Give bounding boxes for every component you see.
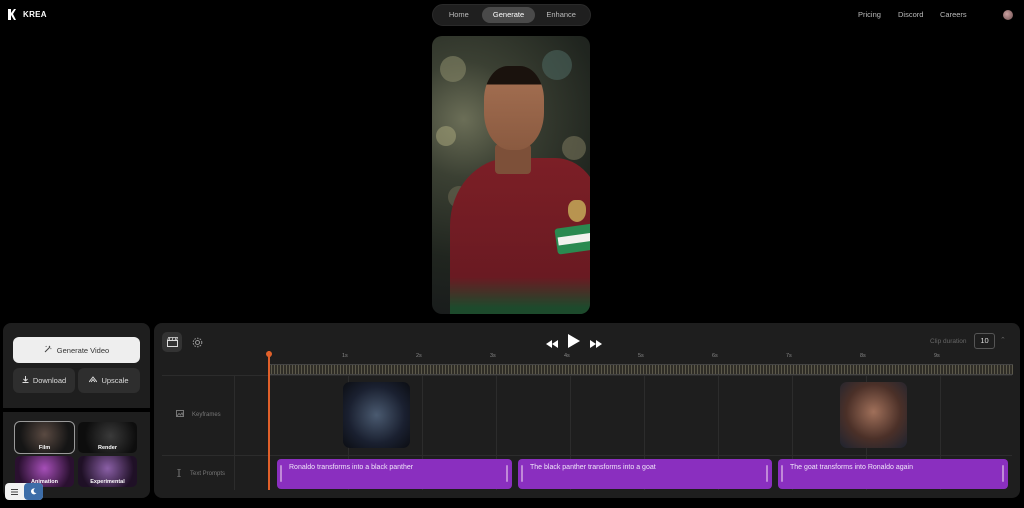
careers-link[interactable]: Careers (940, 10, 967, 19)
tick-label: 5s (638, 353, 644, 359)
avatar[interactable] (1003, 10, 1013, 20)
upscale-icon (89, 376, 98, 385)
tab-generate[interactable]: Generate (481, 7, 536, 23)
clip-duration-input[interactable]: 10 (974, 333, 995, 349)
upscale-label: Upscale (101, 376, 129, 385)
keyframes-track-label: Keyframes (176, 410, 221, 419)
download-button[interactable]: Download (13, 368, 75, 393)
theme-toggle[interactable] (5, 483, 43, 500)
upscale-button[interactable]: Upscale (78, 368, 140, 393)
bokeh-light (542, 50, 572, 80)
video-preview (432, 36, 590, 314)
captain-armband (554, 223, 590, 255)
timeline-panel: Clip duration 10 ⌃ 0 1s 2s 3s 4s 5s 6s 7… (154, 323, 1020, 498)
download-icon (22, 376, 29, 385)
brand-name: KREA (23, 10, 47, 19)
track-divider (162, 455, 1012, 456)
shirt-crest (568, 200, 586, 222)
action-panel: Generate Video Download Upscale (3, 323, 150, 408)
transport-controls (546, 334, 602, 353)
prompt-clip[interactable]: The goat transforms into Ronaldo again (778, 459, 1008, 489)
playhead[interactable] (266, 351, 272, 490)
moon-icon[interactable] (24, 483, 43, 500)
bokeh-light (436, 126, 456, 146)
tab-enhance[interactable]: Enhance (535, 7, 587, 23)
generate-video-button[interactable]: Generate Video (13, 337, 140, 363)
audio-waveform[interactable] (268, 364, 1013, 375)
prompt-clip[interactable]: The black panther transforms into a goat (518, 459, 772, 489)
keyframes-label: Keyframes (192, 411, 221, 418)
rewind-icon[interactable] (546, 335, 558, 353)
generate-video-label: Generate Video (56, 345, 110, 355)
discord-link[interactable]: Discord (898, 10, 923, 19)
style-render[interactable]: Render (78, 422, 137, 453)
tick-label: 1s (342, 353, 348, 359)
keyframe-goat[interactable] (840, 382, 907, 448)
time-ruler: 0 1s 2s 3s 4s 5s 6s 7s 8s 9s (268, 353, 1008, 363)
krea-logo-icon (8, 9, 16, 20)
subject-head (484, 66, 544, 150)
style-render-label: Render (98, 445, 117, 451)
style-film-label: Film (38, 445, 51, 451)
main-nav: Home Generate Enhance (432, 4, 591, 26)
clip-duration-label: Clip duration (930, 338, 967, 345)
chevron-icon[interactable]: ⌃ (1000, 336, 1006, 344)
pricing-link[interactable]: Pricing (858, 10, 881, 19)
brand-logo[interactable]: KREA (8, 9, 47, 20)
grid-line (234, 375, 235, 490)
tick-label: 4s (564, 353, 570, 359)
style-experimental-label: Experimental (90, 479, 125, 485)
prompts-label: Text Prompts (190, 471, 226, 477)
gear-icon[interactable] (187, 332, 207, 352)
tick-label: 9s (934, 353, 940, 359)
bokeh-light (440, 56, 466, 82)
tick-label: 8s (860, 353, 866, 359)
track-divider (162, 375, 1012, 376)
prompts-track-label: Text Prompts (176, 468, 226, 479)
bokeh-light (562, 136, 586, 160)
menu-icon[interactable] (5, 483, 24, 500)
style-experimental[interactable]: Experimental (78, 456, 137, 487)
clapperboard-icon[interactable] (162, 332, 182, 352)
tick-label: 2s (416, 353, 422, 359)
prompt-clip[interactable]: Ronaldo transforms into a black panther (277, 459, 512, 489)
tab-home[interactable]: Home (436, 7, 482, 23)
fast-forward-icon[interactable] (590, 335, 602, 353)
wand-icon (44, 345, 52, 355)
download-label: Download (32, 376, 67, 385)
keyframe-panther[interactable] (343, 382, 410, 448)
play-icon[interactable] (568, 334, 580, 353)
image-icon (176, 410, 184, 419)
tick-label: 7s (786, 353, 792, 359)
tick-label: 3s (490, 353, 496, 359)
style-film[interactable]: Film (14, 421, 75, 454)
text-cursor-icon (176, 468, 182, 479)
tick-label: 6s (712, 353, 718, 359)
